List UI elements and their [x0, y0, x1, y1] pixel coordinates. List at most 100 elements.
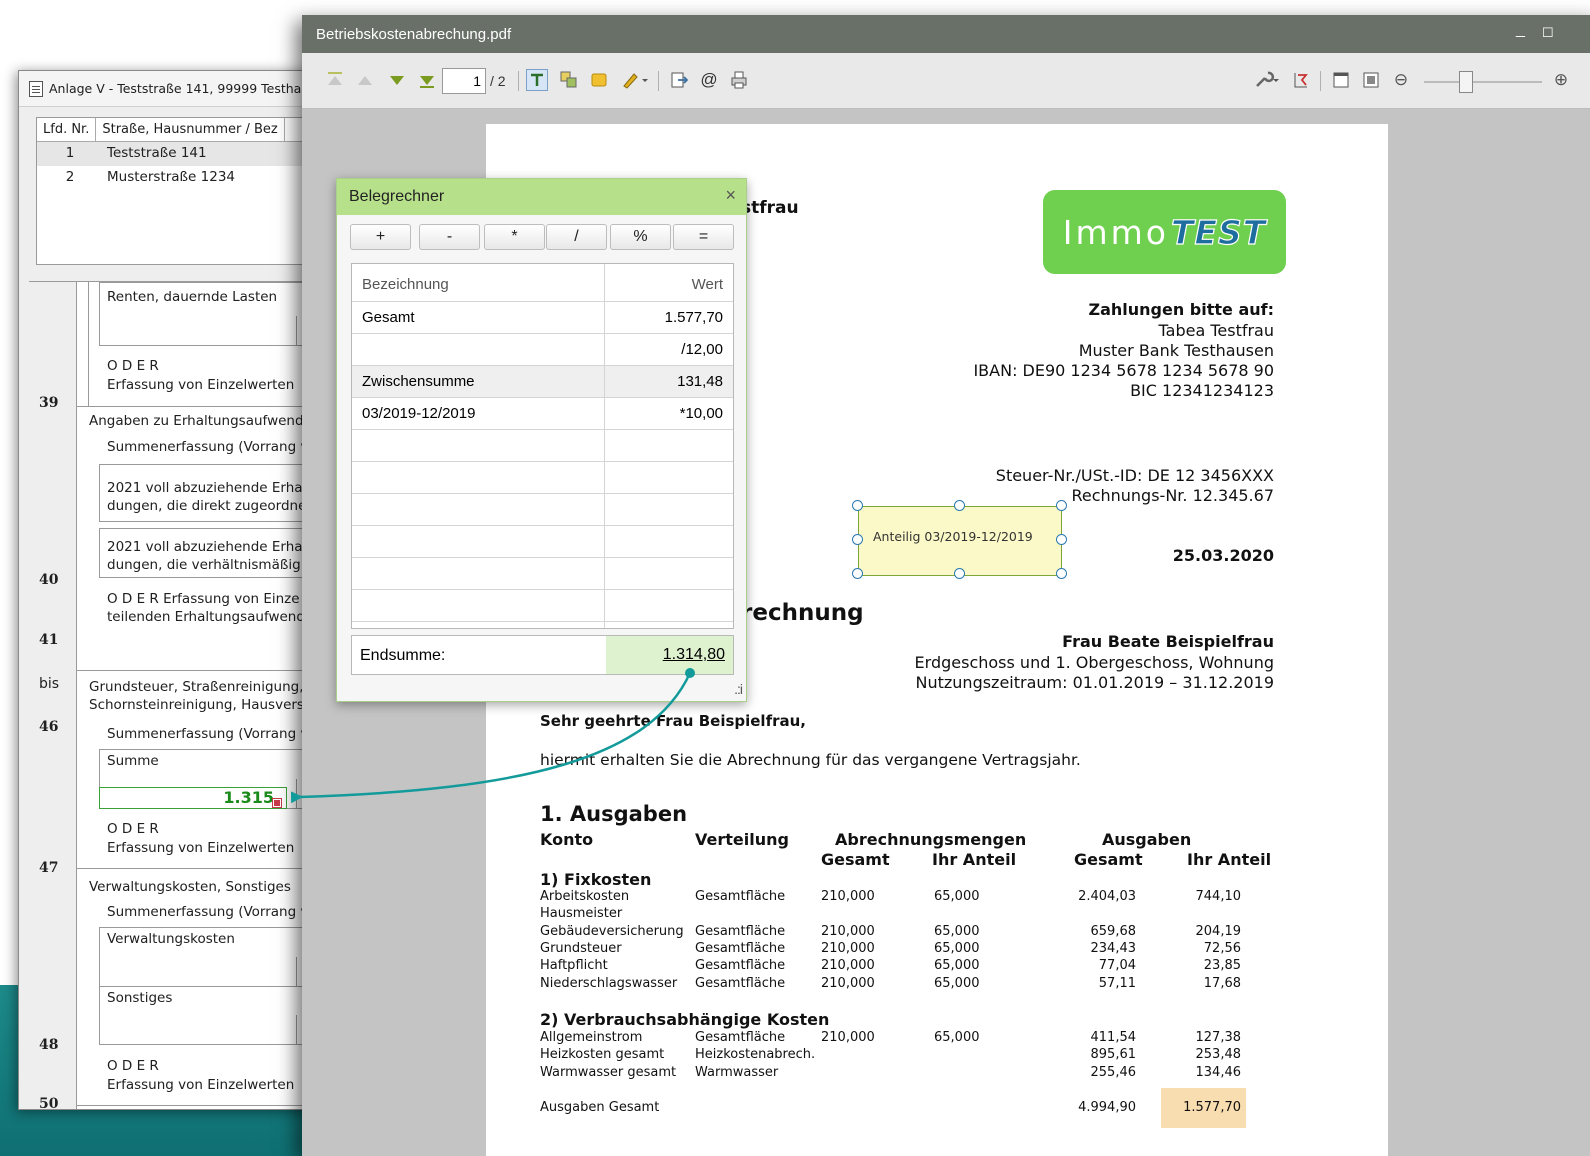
- print-icon[interactable]: [728, 69, 750, 91]
- fit-page-icon[interactable]: [1360, 69, 1382, 91]
- zoom-slider[interactable]: [1424, 81, 1542, 83]
- einzelwerte-link[interactable]: Erfassung von Einzelwerten: [107, 376, 294, 394]
- column-header-lfd-nr[interactable]: Lfd. Nr.: [37, 118, 97, 141]
- first-page-icon[interactable]: [324, 69, 346, 91]
- field-label: Summenerfassung (Vorrang vo: [107, 439, 317, 455]
- minus-button[interactable]: -: [419, 224, 480, 250]
- single-page-icon[interactable]: [1330, 69, 1352, 91]
- resize-handle[interactable]: [1056, 534, 1067, 545]
- next-page-icon[interactable]: [386, 69, 408, 91]
- cost-cell-konto: Heizkosten gesamt: [540, 1047, 665, 1063]
- divider: [77, 670, 317, 671]
- zoom-slider-handle[interactable]: [1459, 71, 1473, 93]
- resize-handle[interactable]: [1056, 568, 1067, 579]
- resize-handle[interactable]: [1056, 500, 1067, 511]
- previous-page-icon[interactable]: [354, 69, 376, 91]
- immotest-logo: Immo TEST: [1043, 190, 1286, 274]
- snapshot-icon[interactable]: [558, 69, 580, 91]
- calc-row[interactable]: [352, 526, 733, 558]
- einzelwerte-link[interactable]: O D E R Erfassung von Einze: [107, 590, 317, 608]
- email-icon[interactable]: @: [698, 69, 720, 91]
- marker-icon[interactable]: [272, 798, 282, 808]
- summe-input[interactable]: 1.315: [99, 787, 287, 809]
- divider: [296, 1015, 297, 1045]
- cost-cell-ma: 65,000: [934, 889, 980, 904]
- last-page-icon[interactable]: [416, 69, 438, 91]
- equals-button[interactable]: =: [673, 224, 734, 250]
- plus-button[interactable]: +: [350, 224, 411, 250]
- field-label: 2021 voll abzuziehende Erhalt: [107, 539, 312, 555]
- resize-handle[interactable]: [954, 500, 965, 511]
- page-number-input[interactable]: 1: [442, 68, 486, 94]
- pdf-titlebar[interactable]: Betriebskostenabrechung.pdf _ ☐: [302, 15, 1590, 53]
- column-header: Gesamt: [821, 850, 890, 869]
- calc-table: Bezeichnung Wert Gesamt 1.577,70/12,00 Zwi…: [351, 263, 734, 629]
- list-item-street: Teststraße 141: [107, 145, 207, 161]
- field-label: teilenden Erhaltungsaufwendu: [107, 609, 314, 625]
- belegrechner-titlebar[interactable]: Belegrechner ×: [337, 179, 746, 215]
- row-number: 47: [39, 860, 59, 876]
- percent-button[interactable]: %: [610, 224, 671, 250]
- calc-row[interactable]: Zwischensumme 131,48: [352, 366, 733, 398]
- zoom-out-icon[interactable]: ⊖: [1390, 69, 1412, 91]
- anlage-titlebar[interactable]: Anlage V - Teststraße 141, 99999 Testhau: [19, 71, 317, 107]
- calc-row[interactable]: [352, 462, 733, 494]
- calc-row[interactable]: 03/2019-12/2019 *10,00: [352, 398, 733, 430]
- resize-grip-icon[interactable]: .:i: [734, 681, 743, 697]
- note-icon[interactable]: [588, 69, 610, 91]
- zoom-in-icon[interactable]: ⊕: [1550, 69, 1572, 91]
- list-item[interactable]: 2 Musterstraße 1234: [37, 166, 317, 190]
- cost-cell-ag: 659,68: [1090, 923, 1137, 939]
- row-number: 46: [39, 719, 59, 735]
- calc-row[interactable]: [352, 590, 733, 622]
- cost-cell-aa: 744,10: [1195, 889, 1242, 904]
- close-icon[interactable]: ×: [725, 185, 736, 206]
- annotation-note[interactable]: Anteilig 03/2019-12/2019: [858, 506, 1062, 576]
- endsumme-value[interactable]: 1.314,80: [606, 636, 733, 674]
- recipient-name: Frau Beate Beispielfrau: [1062, 632, 1274, 651]
- resize-handle[interactable]: [852, 534, 863, 545]
- cost-cell-konto: Allgemeinstrom: [540, 1030, 643, 1045]
- cost-cell-aa: 23,85: [1203, 958, 1241, 974]
- text-select-icon[interactable]: [526, 69, 548, 91]
- highlight-pen-icon[interactable]: [620, 69, 650, 91]
- einzelwerte-link[interactable]: Erfassung von Einzelwerten: [107, 1076, 294, 1094]
- divider: [296, 957, 297, 987]
- calc-row[interactable]: [352, 494, 733, 526]
- pdf-export-icon[interactable]: [1290, 69, 1312, 91]
- divide-button[interactable]: /: [546, 224, 607, 250]
- multiply-button[interactable]: *: [484, 224, 545, 250]
- list-item[interactable]: 1 Teststraße 141: [37, 142, 317, 166]
- section-title: Schornsteinreinigung, Hausversic: [89, 697, 316, 713]
- resize-handle[interactable]: [852, 568, 863, 579]
- einzelwerte-link[interactable]: Erfassung von Einzelwerten: [107, 839, 294, 857]
- anlage-title: Anlage V - Teststraße 141, 99999 Testhau: [49, 81, 310, 96]
- resize-handle[interactable]: [954, 568, 965, 579]
- calc-row[interactable]: [352, 430, 733, 462]
- minimize-button[interactable]: _: [1516, 21, 1525, 39]
- calc-row-value: 1.577,70: [664, 309, 723, 326]
- maximize-button[interactable]: ☐: [1542, 25, 1554, 41]
- resize-handle[interactable]: [852, 500, 863, 511]
- calc-row[interactable]: Gesamt 1.577,70: [352, 302, 733, 334]
- calc-row[interactable]: [352, 558, 733, 590]
- field-label: Summenerfassung (Vorrang vo: [107, 904, 317, 920]
- cost-cell-ma: 65,000: [934, 923, 980, 939]
- column-header: Ausgaben: [1102, 830, 1192, 849]
- export-icon[interactable]: [668, 69, 690, 91]
- cost-cell-ma: 65,000: [934, 1030, 980, 1045]
- cost-cell-ag: 411,54: [1090, 1030, 1137, 1045]
- column-header-wert: Wert: [691, 276, 723, 293]
- calc-row[interactable]: /12,00: [352, 334, 733, 366]
- intro-text: hiermit erhalten Sie die Abrechnung für …: [540, 751, 1081, 769]
- column-header-strasse[interactable]: Straße, Hausnummer / Bez: [96, 118, 285, 141]
- salutation: Sehr geehrte Frau Beispielfrau,: [540, 712, 807, 730]
- annotation-text: Anteilig 03/2019-12/2019: [873, 529, 1033, 544]
- divider: [77, 406, 317, 407]
- row-number: 48: [39, 1037, 59, 1053]
- cost-cell-aa: 127,38: [1195, 1030, 1242, 1045]
- wrench-icon[interactable]: [1252, 69, 1282, 91]
- cost-cell-ma: 65,000: [934, 940, 980, 956]
- calc-row-value: 131,48: [677, 373, 723, 390]
- cost-cell-aa: 253,48: [1195, 1047, 1242, 1063]
